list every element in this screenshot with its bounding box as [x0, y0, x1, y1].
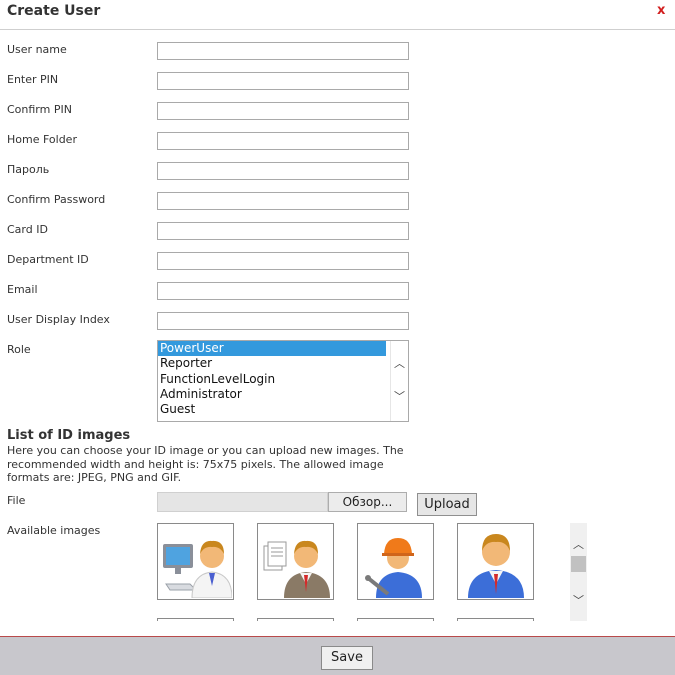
available-images-label: Available images	[7, 524, 101, 537]
display-index-label: User Display Index	[7, 313, 110, 326]
image-tile-row2-3[interactable]	[357, 618, 434, 621]
confirm-pin-label: Confirm PIN	[7, 103, 72, 116]
browse-button[interactable]: Обзор...	[328, 492, 407, 512]
card-id-input[interactable]	[157, 222, 409, 240]
role-option-functionlevellogin[interactable]: FunctionLevelLogin	[158, 372, 386, 387]
password-input[interactable]	[157, 162, 409, 180]
home-folder-label: Home Folder	[7, 133, 77, 146]
computer-user-icon	[163, 540, 232, 598]
gallery-scrollbar[interactable]: ︿ ﹀	[570, 523, 587, 621]
email-input[interactable]	[157, 282, 409, 300]
confirm-password-label: Confirm Password	[7, 193, 106, 206]
department-id-input[interactable]	[157, 252, 409, 270]
file-label: File	[7, 494, 26, 507]
role-option-poweruser[interactable]: PowerUser	[158, 341, 386, 357]
enter-pin-input[interactable]	[157, 72, 409, 90]
image-tile-row2-1[interactable]	[157, 618, 234, 621]
role-option-guest[interactable]: Guest	[158, 402, 386, 417]
chevron-up-icon[interactable]: ︿	[573, 539, 584, 550]
enter-pin-label: Enter PIN	[7, 73, 59, 86]
role-listbox[interactable]: PowerUser Reporter FunctionLevelLogin Ad…	[157, 340, 409, 422]
chevron-down-icon[interactable]: ﹀	[573, 595, 584, 606]
home-folder-input[interactable]	[157, 132, 409, 150]
dialog-footer: Save	[0, 636, 675, 675]
dialog-title: Create User	[7, 3, 101, 19]
password-label: Пароль	[7, 163, 50, 176]
image-tile-row2-2[interactable]	[257, 618, 334, 621]
email-label: Email	[7, 283, 38, 296]
worker-helmet-icon	[365, 538, 422, 598]
image-tile-worker[interactable]	[357, 523, 434, 600]
id-images-help-text: Here you can choose your ID image or you…	[7, 444, 404, 484]
scrollbar-thumb[interactable]	[571, 556, 586, 572]
dialog-titlebar: Create User x	[0, 0, 675, 30]
image-tile-documents-user[interactable]	[257, 523, 334, 600]
display-index-input[interactable]	[157, 312, 409, 330]
username-input[interactable]	[157, 42, 409, 60]
upload-button[interactable]: Upload	[417, 493, 477, 516]
documents-user-icon	[263, 540, 330, 598]
chevron-up-icon[interactable]: ︿	[394, 358, 405, 369]
close-icon[interactable]: x	[657, 3, 665, 18]
id-images-heading: List of ID images	[7, 428, 131, 443]
save-button[interactable]: Save	[321, 646, 373, 670]
image-tile-manager[interactable]	[457, 523, 534, 600]
role-label: Role	[7, 343, 31, 356]
username-label: User name	[7, 43, 67, 56]
card-id-label: Card ID	[7, 223, 48, 236]
image-tile-computer-user[interactable]	[157, 523, 234, 600]
department-id-label: Department ID	[7, 253, 89, 266]
manager-user-icon	[468, 534, 524, 598]
file-path-field[interactable]	[157, 492, 328, 512]
image-gallery	[157, 523, 587, 621]
role-scrollbar[interactable]: ︿ ﹀	[390, 341, 408, 421]
role-option-reporter[interactable]: Reporter	[158, 356, 386, 371]
image-tile-row2-4[interactable]	[457, 618, 534, 621]
chevron-down-icon[interactable]: ﹀	[394, 391, 405, 402]
confirm-pin-input[interactable]	[157, 102, 409, 120]
confirm-password-input[interactable]	[157, 192, 409, 210]
role-option-administrator[interactable]: Administrator	[158, 387, 386, 402]
